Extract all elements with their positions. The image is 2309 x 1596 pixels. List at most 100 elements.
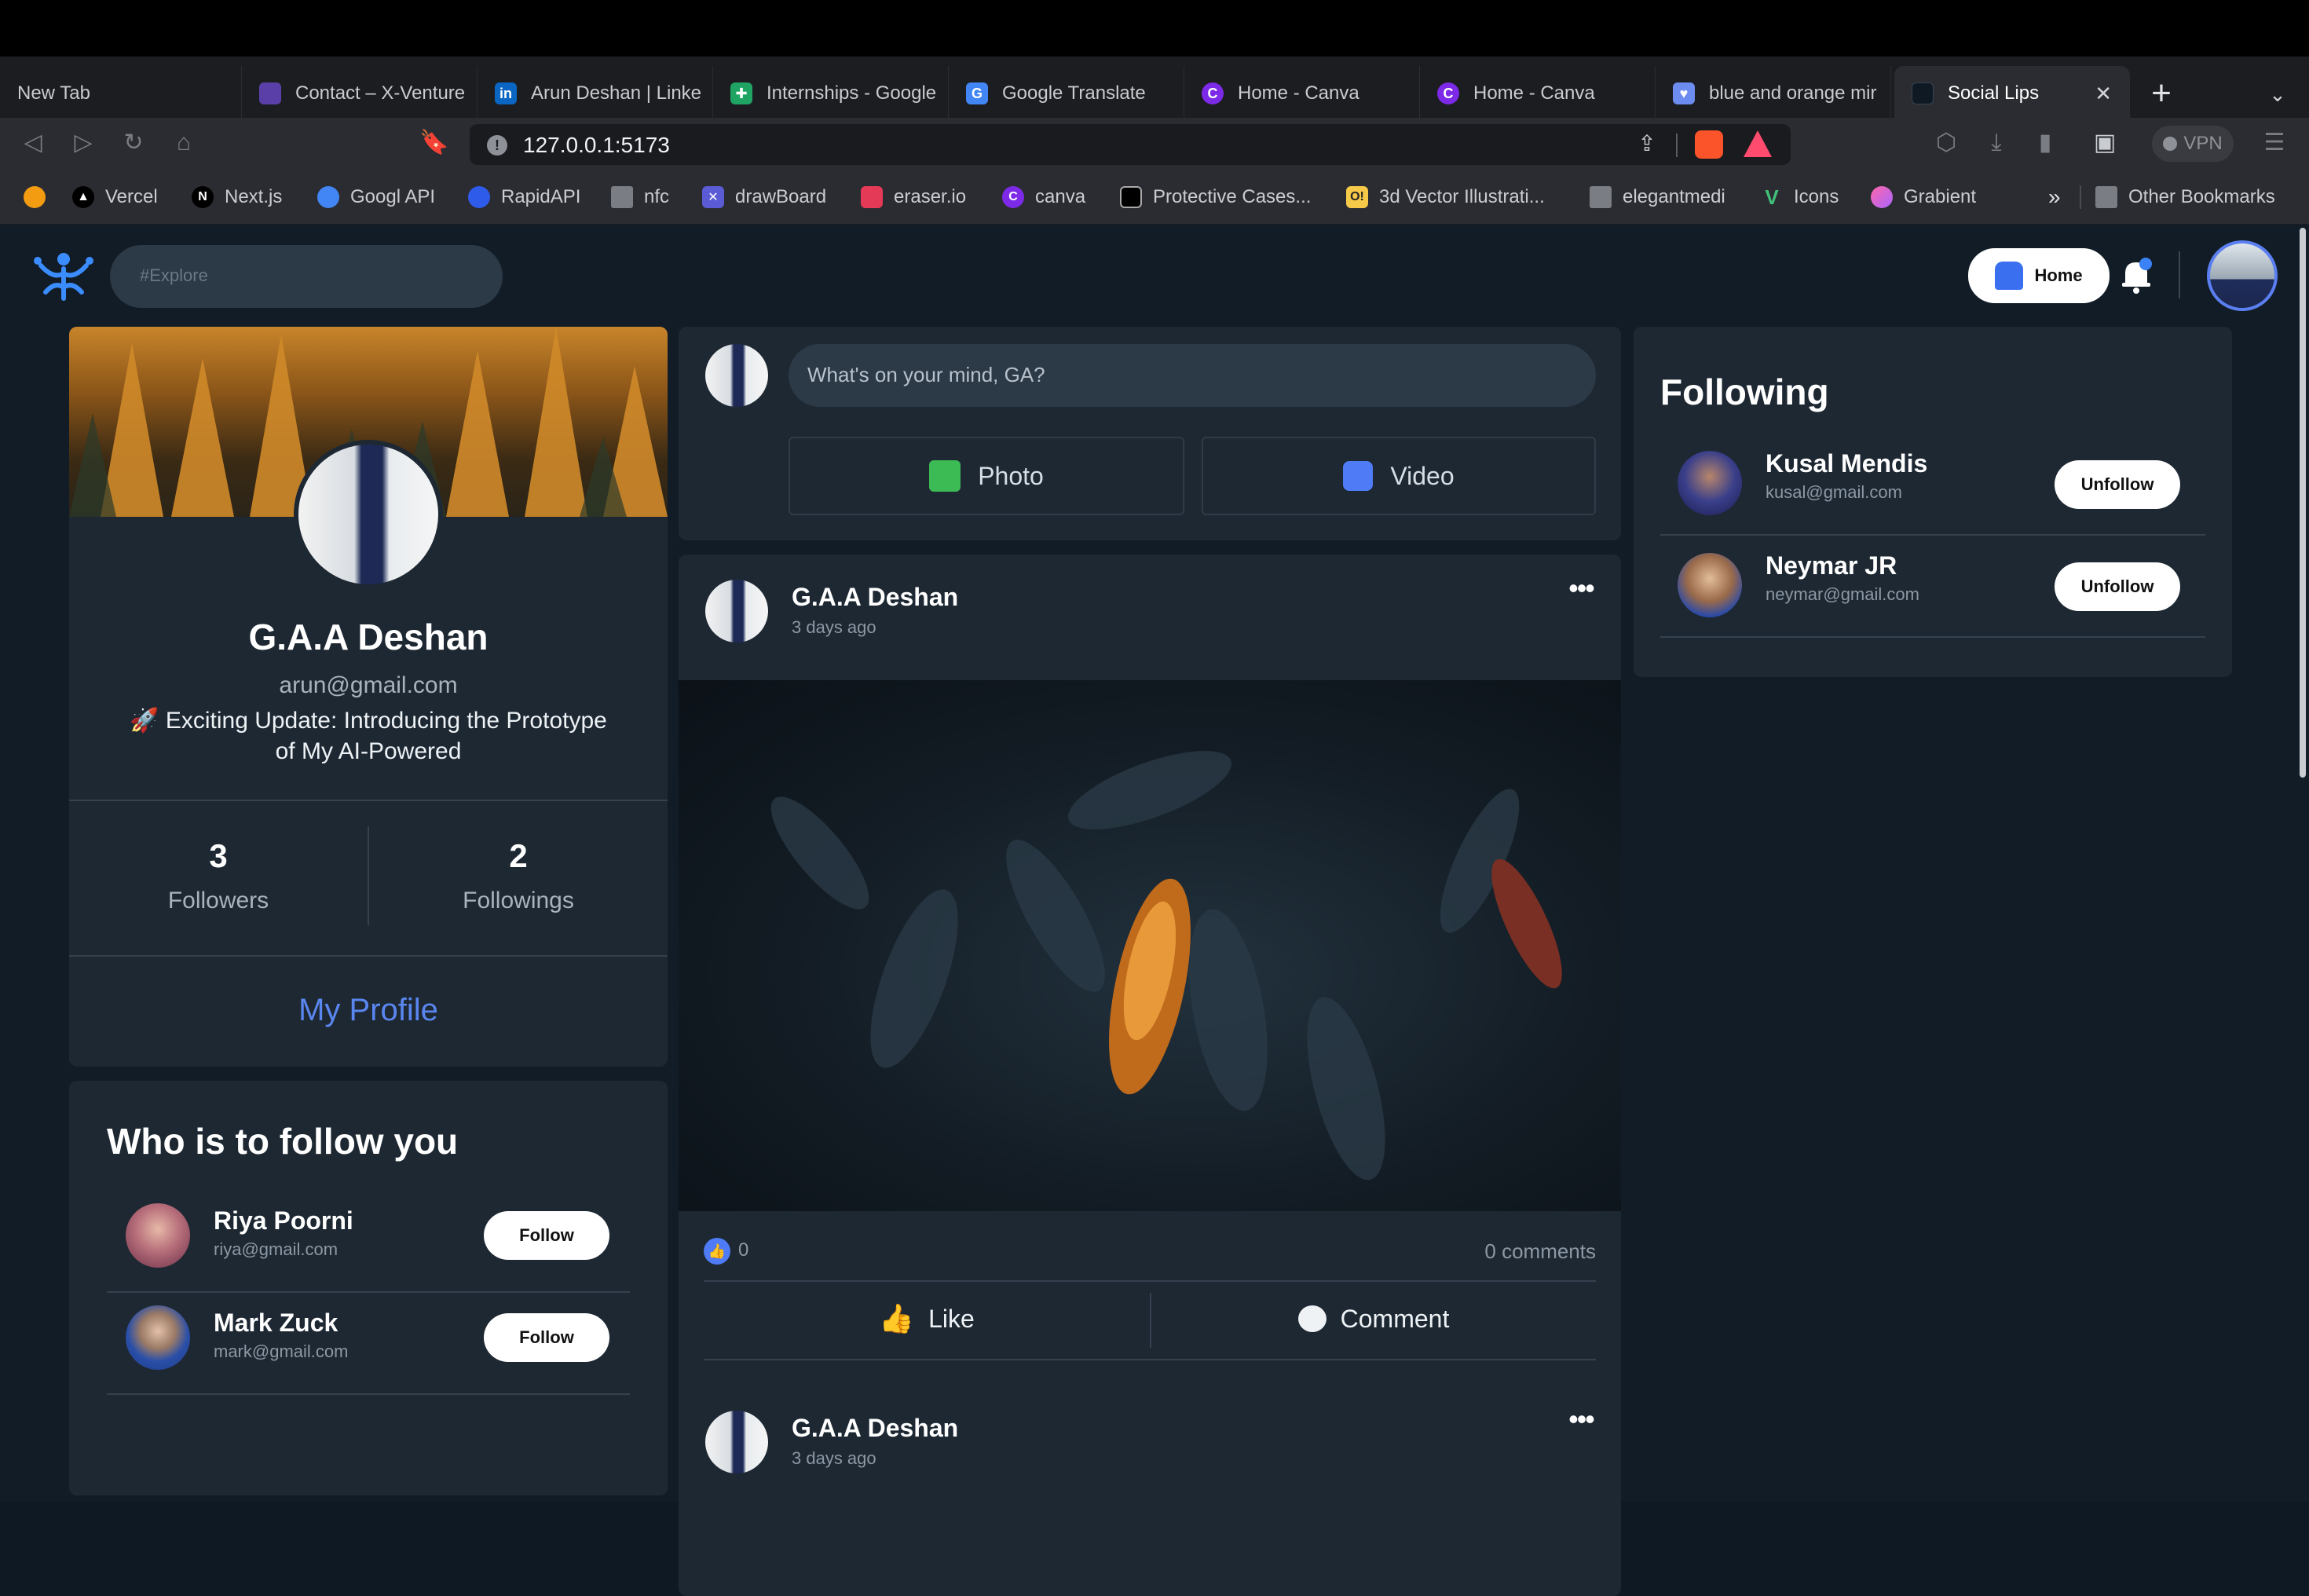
home-button[interactable]: Home	[1968, 248, 2110, 303]
downloads-icon[interactable]: ⤓	[1982, 129, 2011, 157]
suggestion-name[interactable]: Mark Zuck	[214, 1309, 338, 1338]
more-bookmarks-icon[interactable]: »	[2048, 184, 2061, 210]
post-author-avatar[interactable]	[705, 580, 768, 642]
app-logo-icon[interactable]	[30, 242, 97, 309]
unfollow-button[interactable]: Unfollow	[2055, 562, 2180, 611]
suggestion-name[interactable]: Riya Poorni	[214, 1206, 353, 1235]
new-tab-icon[interactable]: +	[2146, 74, 2177, 113]
comment-icon	[1297, 1305, 1326, 1332]
following-name[interactable]: Neymar JR	[1766, 551, 1897, 580]
sidebar-icon[interactable]: ▮	[2031, 129, 2059, 157]
eraser-icon	[861, 186, 883, 208]
google-cloud-icon	[317, 186, 339, 208]
tab-social-lips[interactable]: Social Lips ✕	[1894, 66, 2130, 121]
comment-label: Comment	[1340, 1304, 1450, 1333]
follow-button[interactable]: Follow	[484, 1313, 609, 1362]
bookmark-3d-vector[interactable]: O! 3d Vector Illustrati...	[1346, 184, 1545, 210]
social-lips-favicon-icon	[1912, 82, 1934, 104]
tab-canva-1[interactable]: C Home - Canva	[1184, 66, 1420, 121]
tab-google-translate[interactable]: G Google Translate	[949, 66, 1184, 121]
brave-shields-icon[interactable]	[1695, 130, 1723, 159]
bookmark-nfc[interactable]: nfc	[611, 184, 669, 210]
address-bar[interactable]: ! 127.0.0.1:5173 ⇪	[470, 124, 1791, 165]
post-options-icon[interactable]: •••	[1561, 1403, 1601, 1435]
home-icon[interactable]: ⌂	[170, 129, 198, 157]
suggestion-email: mark@gmail.com	[214, 1342, 349, 1361]
brave-rewards-icon[interactable]	[1744, 130, 1772, 157]
bookmark-flame[interactable]	[24, 184, 57, 210]
other-bookmarks[interactable]: Other Bookmarks	[2095, 184, 2275, 210]
bookmarks-bar: ▲ Vercel N Next.js Googl API RapidAPI nfc …	[0, 170, 2309, 225]
bookmark-protective-cases[interactable]: Protective Cases...	[1120, 184, 1311, 210]
comments-count[interactable]: 0 comments	[1385, 1239, 1596, 1264]
neymar-avatar[interactable]	[1678, 553, 1742, 617]
tab-x-venture[interactable]: Contact – X-Venture	[242, 66, 478, 121]
tab-list-chevron-icon[interactable]: ⌄	[2262, 79, 2293, 110]
page-scrollbar[interactable]	[2300, 228, 2306, 778]
site-info-icon[interactable]: !	[487, 135, 507, 156]
bookmark-canva[interactable]: Ccanva	[1002, 184, 1085, 210]
tab-new-tab[interactable]: New Tab	[0, 66, 242, 121]
bookmark-drawboard[interactable]: ✕ drawBoard	[702, 184, 826, 210]
kusal-avatar[interactable]	[1678, 451, 1742, 515]
status-input[interactable]: What's on your mind, GA?	[789, 344, 1596, 407]
photo-button[interactable]: Photo	[789, 437, 1184, 515]
wallet-icon[interactable]: ▣	[2091, 129, 2119, 157]
bookmark-vercel[interactable]: ▲ Vercel	[72, 184, 158, 210]
notification-bell-icon[interactable]	[2119, 256, 2153, 295]
bookmark-elegantmedi[interactable]: elegantmedi	[1590, 184, 1725, 210]
post-image-koi[interactable]	[679, 680, 1621, 1211]
share-icon[interactable]: ⇪	[1634, 130, 1660, 159]
tab-google-sheets[interactable]: ✚ Internships - Google	[713, 66, 949, 121]
profile-email: arun@gmail.com	[279, 672, 458, 698]
close-tab-icon[interactable]: ✕	[2095, 82, 2112, 106]
profile-avatar[interactable]	[294, 440, 443, 589]
bookmark-label: Grabient	[1904, 186, 1977, 207]
post-options-icon[interactable]: •••	[1561, 572, 1601, 604]
reload-icon[interactable]: ↻	[119, 129, 148, 157]
bookmark-icon[interactable]: 🔖	[419, 129, 448, 157]
vercel-icon: ▲	[72, 186, 94, 208]
window-title-bar	[0, 0, 2309, 57]
vpn-status-icon	[2163, 137, 2178, 151]
post-author[interactable]: G.A.A Deshan	[792, 583, 958, 612]
vpn-button[interactable]: VPN	[2152, 126, 2234, 162]
post-author-avatar[interactable]	[705, 1411, 768, 1473]
bookmark-label: Next.js	[225, 186, 283, 207]
forward-icon[interactable]: ▷	[69, 129, 97, 157]
search-input[interactable]: #Explore	[110, 245, 503, 308]
tab-linkedin[interactable]: in Arun Deshan | Linke	[478, 66, 713, 121]
tab-canva-2[interactable]: C Home - Canva	[1420, 66, 1656, 121]
bookmark-eraser[interactable]: eraser.io	[861, 184, 966, 210]
tab-blue-orange[interactable]: ♥ blue and orange mir	[1656, 66, 1891, 121]
menu-icon[interactable]: ☰	[2260, 129, 2289, 157]
post-time: 3 days ago	[792, 1448, 876, 1468]
bookmark-rapidapi[interactable]: RapidAPI	[468, 184, 580, 210]
bookmark-googl-api[interactable]: Googl API	[317, 184, 435, 210]
followings-label[interactable]: Followings	[369, 888, 668, 914]
like-button[interactable]: 👍 Like	[704, 1285, 1150, 1353]
extensions-icon[interactable]: ⬡	[1932, 129, 1960, 157]
mark-avatar[interactable]	[126, 1305, 190, 1370]
bookmark-icons[interactable]: V Icons	[1761, 184, 1839, 210]
riya-avatar[interactable]	[126, 1203, 190, 1268]
vpn-label: VPN	[2183, 133, 2223, 154]
user-avatar[interactable]	[2207, 240, 2278, 311]
tab-label: Arun Deshan | Linke	[531, 82, 702, 104]
my-profile-link[interactable]: My Profile	[69, 993, 668, 1028]
post-author[interactable]: G.A.A Deshan	[792, 1414, 958, 1443]
back-icon[interactable]: ◁	[19, 129, 47, 157]
divider	[1676, 134, 1678, 157]
flame-icon	[24, 186, 46, 208]
video-button[interactable]: Video	[1202, 437, 1596, 515]
following-name[interactable]: Kusal Mendis	[1766, 449, 1927, 478]
bookmark-label: Other Bookmarks	[2128, 186, 2275, 207]
followers-label[interactable]: Followers	[69, 888, 368, 914]
unfollow-button[interactable]: Unfollow	[2055, 460, 2180, 509]
bookmark-nextjs[interactable]: N Next.js	[192, 184, 282, 210]
comment-button[interactable]: Comment	[1151, 1285, 1596, 1353]
follow-button[interactable]: Follow	[484, 1211, 609, 1260]
bookmark-grabient[interactable]: Grabient	[1871, 184, 1976, 210]
suggestion-email: riya@gmail.com	[214, 1239, 338, 1259]
profile-bio-line1: 🚀 Exciting Update: Introducing the Proto…	[130, 708, 607, 734]
